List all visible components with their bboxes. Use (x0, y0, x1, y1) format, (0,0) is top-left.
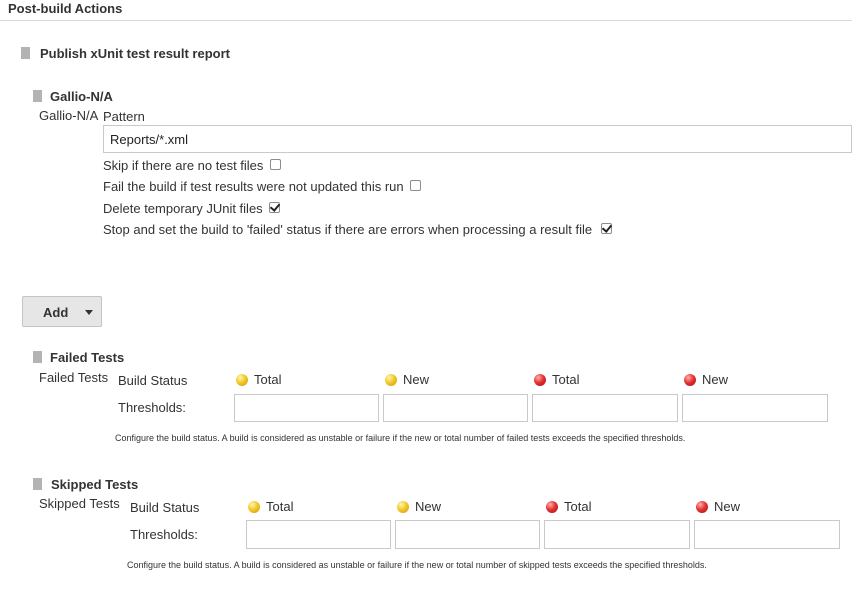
yellow-ball-icon (248, 501, 260, 513)
option-fail-not-updated: Fail the build if test results were not … (103, 179, 422, 194)
delete-temp-junit-checkbox[interactable] (269, 202, 281, 213)
section-divider (0, 20, 852, 21)
failed-new-unstable-input[interactable] (383, 394, 528, 422)
option-delete-temp-junit: Delete temporary JUnit files (103, 201, 281, 216)
skipped-total-unstable-input[interactable] (246, 520, 391, 549)
skip-no-files-checkbox[interactable] (270, 159, 282, 170)
pattern-input[interactable] (103, 125, 852, 153)
add-button[interactable]: Add (22, 296, 102, 327)
failed-total-failed-input[interactable] (532, 394, 678, 422)
drag-handle-icon[interactable] (33, 478, 42, 490)
skipped-col-total-unstable: Total (266, 499, 294, 514)
publisher-title: Publish xUnit test result report (40, 46, 230, 61)
yellow-ball-icon (397, 501, 409, 513)
skipped-help-text: Configure the build status. A build is c… (127, 560, 707, 570)
option-skip-no-files: Skip if there are no test files (103, 158, 282, 173)
skipped-col-total-failed: Total (564, 499, 592, 514)
drag-handle-icon[interactable] (21, 47, 30, 59)
failed-new-failed-input[interactable] (682, 394, 828, 422)
red-ball-icon (696, 501, 708, 513)
failed-col-new-failed: New (702, 372, 729, 387)
add-button-label: Add (43, 305, 69, 320)
skipped-thresholds-label: Thresholds: (130, 527, 198, 542)
option-label: Delete temporary JUnit files (103, 201, 263, 216)
option-label: Skip if there are no test files (103, 158, 264, 173)
pattern-label: Pattern (103, 109, 145, 124)
skipped-col-new-failed: New (714, 499, 741, 514)
failed-tests-title: Failed Tests (50, 350, 125, 365)
skipped-build-status-label: Build Status (130, 500, 200, 515)
chevron-down-icon (85, 310, 93, 315)
section-title: Post-build Actions (8, 1, 123, 16)
red-ball-icon (684, 374, 696, 386)
drag-handle-icon[interactable] (33, 351, 42, 363)
red-ball-icon (546, 501, 558, 513)
tool-title: Gallio-N/A (50, 89, 113, 104)
failed-col-new-unstable: New (403, 372, 430, 387)
skipped-col-new-unstable: New (415, 499, 442, 514)
option-stop-on-errors: Stop and set the build to 'failed' statu… (103, 222, 612, 237)
skipped-new-failed-input[interactable] (694, 520, 840, 549)
skipped-tests-title: Skipped Tests (51, 477, 139, 492)
skipped-tests-side-label: Skipped Tests (39, 496, 120, 511)
failed-build-status-label: Build Status (118, 373, 188, 388)
option-label: Stop and set the build to 'failed' statu… (103, 222, 593, 237)
tool-side-label: Gallio-N/A (39, 108, 99, 123)
drag-handle-icon[interactable] (33, 90, 42, 102)
failed-tests-side-label: Failed Tests (39, 370, 109, 385)
failed-thresholds-label: Thresholds: (118, 400, 186, 415)
red-ball-icon (534, 374, 546, 386)
failed-total-unstable-input[interactable] (234, 394, 379, 422)
stop-on-errors-checkbox[interactable] (600, 223, 612, 234)
fail-not-updated-checkbox[interactable] (410, 180, 422, 191)
failed-help-text: Configure the build status. A build is c… (115, 433, 686, 443)
skipped-total-failed-input[interactable] (544, 520, 690, 549)
yellow-ball-icon (385, 374, 397, 386)
failed-col-total-failed: Total (552, 372, 580, 387)
yellow-ball-icon (236, 374, 248, 386)
option-label: Fail the build if test results were not … (103, 179, 404, 194)
skipped-new-unstable-input[interactable] (395, 520, 540, 549)
failed-col-total-unstable: Total (254, 372, 282, 387)
